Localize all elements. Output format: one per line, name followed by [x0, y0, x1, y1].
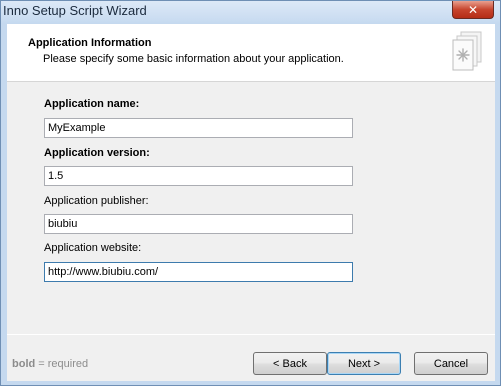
app-name-label: Application name: — [44, 98, 140, 110]
window-title: Inno Setup Script Wizard — [3, 3, 147, 18]
close-button[interactable]: ✕ — [452, 1, 494, 19]
app-website-label: Application website: — [44, 242, 142, 254]
back-button[interactable]: < Back — [253, 352, 327, 375]
page-header: Application Information Please specify s… — [7, 24, 495, 82]
cancel-button[interactable]: Cancel — [414, 352, 488, 375]
wizard-window: Inno Setup Script Wizard ✕ Application I… — [0, 0, 501, 386]
app-version-input[interactable] — [44, 166, 353, 186]
title-bar[interactable]: Inno Setup Script Wizard ✕ — [1, 1, 500, 23]
app-website-input[interactable] — [44, 262, 353, 282]
app-publisher-input[interactable] — [44, 214, 353, 234]
app-version-label: Application version: — [44, 147, 150, 159]
app-publisher-label: Application publisher: — [44, 195, 149, 207]
required-hint: bold = required — [12, 358, 88, 370]
required-hint-text: = required — [35, 358, 89, 370]
wizard-client-area: Application Information Please specify s… — [7, 24, 495, 381]
required-hint-bold: bold — [12, 358, 36, 370]
page-title: Application Information — [28, 37, 152, 49]
footer-divider — [7, 334, 495, 335]
document-gear-icon — [452, 31, 482, 71]
app-name-input[interactable] — [44, 118, 353, 138]
page-subtitle: Please specify some basic information ab… — [43, 53, 344, 65]
close-icon: ✕ — [467, 2, 479, 17]
next-button[interactable]: Next > — [327, 352, 401, 375]
